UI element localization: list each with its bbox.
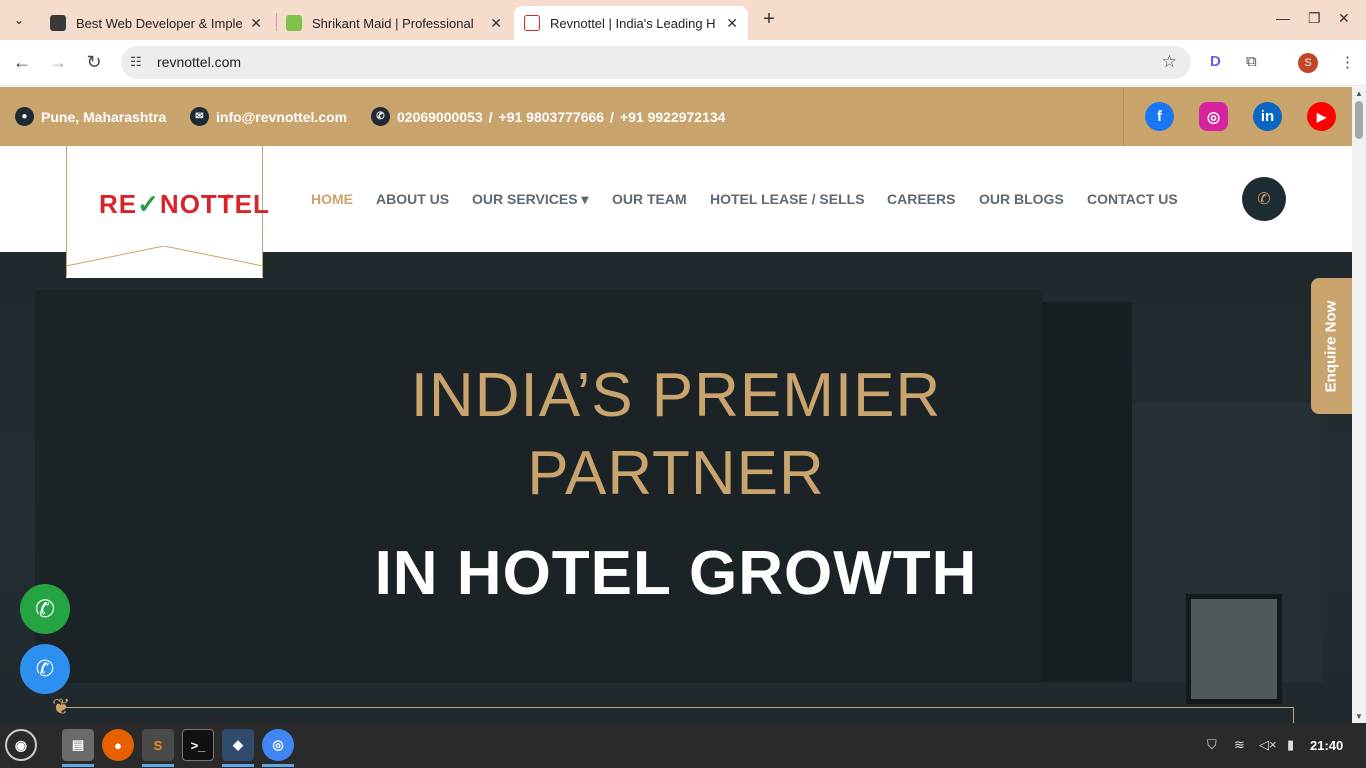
phone-info[interactable]: ✆ 02069000053 / +91 9803777666 / +91 992… xyxy=(371,107,725,126)
terminal-icon[interactable]: >_ xyxy=(182,729,214,761)
envelope-icon: ✉ xyxy=(190,107,209,126)
tab-favicon-icon xyxy=(524,15,540,31)
nav-services[interactable]: OUR SERVICES ▾ xyxy=(472,191,588,208)
reload-icon[interactable]: ↻ xyxy=(83,52,105,73)
phone-ring-icon: ✆ xyxy=(1257,191,1271,208)
nav-careers[interactable]: CAREERS xyxy=(887,191,955,207)
window-close-icon[interactable]: ✕ xyxy=(1338,10,1350,27)
clock[interactable]: 21:40 xyxy=(1310,738,1343,753)
file-manager-icon[interactable]: ▤ xyxy=(62,729,94,767)
tab-favicon-icon xyxy=(50,15,66,31)
firefox-icon[interactable]: ● xyxy=(102,729,134,761)
forward-icon[interactable]: → xyxy=(47,52,69,73)
logo-chevron-bottom xyxy=(66,246,263,278)
wifi-icon[interactable]: ≋ xyxy=(1234,737,1245,753)
new-tab-button[interactable]: + xyxy=(758,8,780,32)
scrollbar-thumb[interactable] xyxy=(1355,101,1363,139)
social-links: f ◎ in ▶ xyxy=(1123,87,1352,146)
tab-search-icon[interactable]: ⌄ xyxy=(6,8,32,32)
phone-icon: ✆ xyxy=(35,656,55,681)
shield-icon[interactable]: ⛉ xyxy=(1207,737,1217,753)
browser-tab-bar: ⌄ Best Web Developer & Imple ✕ Shrikant … xyxy=(0,0,1366,40)
ornament-icon: ❦ xyxy=(52,694,71,719)
site-info-icon[interactable]: ☷ xyxy=(130,54,142,70)
os-taskbar: ◉ ▤ ● S >_ ◆ ◎ ⛉ ≋ ◁× ▮ 21:40 xyxy=(0,723,1366,768)
bookmark-star-icon[interactable]: ☆ xyxy=(1162,52,1177,72)
floating-call-button[interactable]: ✆ xyxy=(20,644,70,694)
location-info: ● Pune, Maharashtra xyxy=(15,107,166,126)
chrome-icon[interactable]: ◎ xyxy=(262,729,294,767)
hero-heading-line2: PARTNER xyxy=(527,439,825,508)
facebook-icon[interactable]: f xyxy=(1145,102,1174,131)
enquire-now-tab[interactable]: Enquire Now xyxy=(1311,278,1352,414)
email-info[interactable]: ✉ info@revnottel.com xyxy=(190,107,347,126)
whatsapp-button[interactable]: ✆ xyxy=(20,584,70,634)
hero-heading-line3: IN HOTEL GROWTH xyxy=(374,539,978,608)
logo[interactable]: RE✓NOTTEL ® xyxy=(66,146,269,278)
call-button[interactable]: ✆ xyxy=(1242,177,1286,221)
extensions-puzzle-icon[interactable]: ⧉ xyxy=(1246,53,1257,70)
instagram-icon[interactable]: ◎ xyxy=(1199,102,1228,131)
minimize-icon[interactable]: — xyxy=(1276,10,1290,26)
tab-best-web-developer[interactable]: Best Web Developer & Imple ✕ xyxy=(40,6,272,40)
tab-close-icon[interactable]: ✕ xyxy=(490,15,502,32)
nav-team[interactable]: OUR TEAM xyxy=(612,191,687,207)
tab-shrikant-maid[interactable]: Shrikant Maid | Professional ✕ xyxy=(276,6,512,40)
volume-muted-icon[interactable]: ◁× xyxy=(1259,737,1277,753)
top-info-bar: ● Pune, Maharashtra ✉ info@revnottel.com… xyxy=(0,87,1352,146)
browser-toolbar: ← → ↻ ☷ revnottel.com ☆ D ⧉ S ⋮ xyxy=(0,40,1366,86)
hero-heading-line1: INDIA’S PREMIER xyxy=(410,361,942,430)
nav-home[interactable]: HOME xyxy=(311,191,353,207)
profile-avatar[interactable]: S xyxy=(1298,53,1318,73)
mysql-workbench-icon[interactable]: ◆ xyxy=(222,729,254,767)
hero-background-frame xyxy=(1186,594,1282,704)
nav-about[interactable]: ABOUT US xyxy=(376,191,449,207)
phone-icon: ✆ xyxy=(371,107,390,126)
restore-icon[interactable]: ❐ xyxy=(1308,10,1321,27)
tab-close-icon[interactable]: ✕ xyxy=(726,15,738,32)
address-bar[interactable]: ☷ revnottel.com ☆ xyxy=(121,46,1191,79)
sublime-text-icon[interactable]: S xyxy=(142,729,174,767)
tab-favicon-icon xyxy=(286,15,302,31)
linkedin-icon[interactable]: in xyxy=(1253,102,1282,131)
nav-lease[interactable]: HOTEL LEASE / SELLS xyxy=(710,191,865,207)
menu-kebab-icon[interactable]: ⋮ xyxy=(1340,53,1355,71)
extension-d-icon[interactable]: D xyxy=(1210,53,1221,70)
page-scrollbar[interactable]: ▲ ▼ xyxy=(1352,87,1366,723)
battery-icon[interactable]: ▮ xyxy=(1287,737,1294,753)
start-menu-icon[interactable]: ◉ xyxy=(5,729,37,761)
tab-revnottel[interactable]: Revnottel | India's Leading H ✕ xyxy=(514,6,748,40)
tab-close-icon[interactable]: ✕ xyxy=(250,15,262,32)
whatsapp-icon: ✆ xyxy=(34,595,56,623)
nav-blogs[interactable]: OUR BLOGS xyxy=(979,191,1064,207)
youtube-icon[interactable]: ▶ xyxy=(1307,102,1336,131)
back-icon[interactable]: ← xyxy=(11,52,33,73)
webpage: ● Pune, Maharashtra ✉ info@revnottel.com… xyxy=(0,87,1352,723)
content-frame-border xyxy=(60,707,1294,723)
nav-contact[interactable]: CONTACT US xyxy=(1087,191,1178,207)
location-pin-icon: ● xyxy=(15,107,34,126)
scroll-down-icon[interactable]: ▼ xyxy=(1355,712,1363,721)
scroll-up-icon[interactable]: ▲ xyxy=(1355,89,1363,98)
